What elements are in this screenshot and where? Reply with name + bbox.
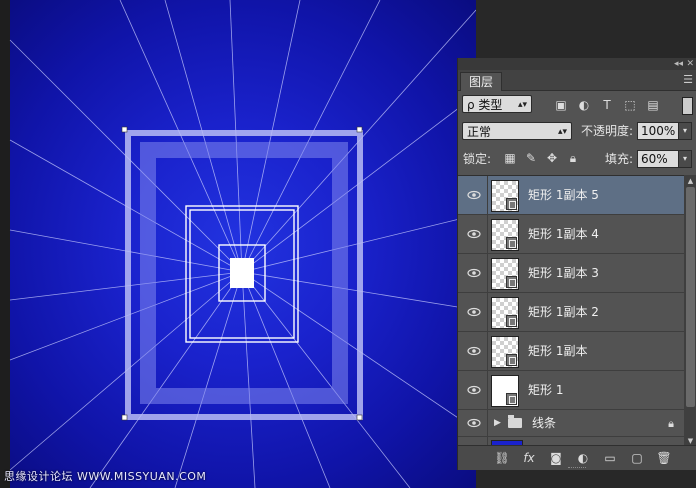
trash-icon[interactable]: 🗑︎ bbox=[656, 450, 672, 466]
pixel-filter-icon[interactable]: ▣ bbox=[553, 97, 569, 113]
eye-icon bbox=[467, 346, 481, 356]
filter-row: ρ 类型 ▴▾ ▣ ◐ T ⬚ ▤ bbox=[458, 91, 696, 119]
layer-thumbnail bbox=[491, 336, 519, 368]
blend-mode-value: 正常 bbox=[467, 125, 492, 139]
canvas-area[interactable]: 思缘设计论坛 WWW.MISSYUAN.COM bbox=[0, 0, 476, 488]
smart-object-filter-icon[interactable]: ▤ bbox=[645, 97, 661, 113]
layer-thumbnail bbox=[491, 375, 519, 407]
fill-dropdown[interactable]: ▾ bbox=[678, 150, 692, 168]
layer-thumbnail bbox=[491, 297, 519, 329]
filter-toggle[interactable] bbox=[682, 97, 693, 115]
lock-all-icon[interactable]: 🔒︎ bbox=[565, 150, 581, 166]
vector-mask-icon bbox=[506, 315, 517, 327]
blend-row: 正常 ▴▾ 不透明度: 100% ▾ bbox=[458, 119, 696, 147]
adjustment-icon[interactable]: ◐ bbox=[575, 450, 591, 466]
lock-position-icon[interactable]: ✥ bbox=[544, 150, 560, 166]
vector-mask-icon bbox=[506, 393, 517, 405]
layer-row[interactable]: 矩形 1 bbox=[458, 371, 684, 410]
close-icon[interactable]: ✕ bbox=[686, 58, 694, 70]
eye-icon bbox=[467, 190, 481, 200]
visibility-toggle[interactable] bbox=[458, 215, 488, 253]
layer-name[interactable]: 矩形 1副本 2 bbox=[528, 293, 599, 332]
fill-label: 填充: bbox=[605, 152, 634, 166]
layer-group-row[interactable]: ▶ 线条 🔒︎ bbox=[458, 410, 684, 437]
chevron-updown-icon: ▴▾ bbox=[517, 100, 527, 110]
chevron-updown-icon: ▴▾ bbox=[557, 127, 567, 137]
layers-list: 矩形 1副本 5 矩形 1副本 4 矩形 1副本 3 矩形 1副本 2 矩形 1… bbox=[458, 175, 684, 448]
visibility-toggle[interactable] bbox=[458, 371, 488, 409]
resize-grip[interactable] bbox=[568, 467, 586, 472]
layers-scrollbar[interactable]: ▲ ▼ bbox=[684, 175, 696, 447]
vector-mask-icon bbox=[506, 198, 517, 210]
visibility-toggle[interactable] bbox=[458, 176, 488, 214]
filter-kind-select[interactable]: ρ 类型 ▴▾ bbox=[462, 95, 532, 113]
layer-thumbnail bbox=[491, 180, 519, 212]
opacity-dropdown[interactable]: ▾ bbox=[678, 122, 692, 140]
scroll-thumb[interactable] bbox=[686, 187, 695, 407]
mask-icon[interactable]: ◙ bbox=[548, 450, 564, 466]
layer-name[interactable]: 线条 bbox=[532, 410, 556, 437]
scroll-up-icon[interactable]: ▲ bbox=[684, 175, 696, 187]
panel-menu-icon[interactable]: ☰ bbox=[683, 73, 693, 86]
eye-icon bbox=[467, 307, 481, 317]
blend-mode-select[interactable]: 正常 ▴▾ bbox=[462, 122, 572, 140]
eye-icon bbox=[467, 268, 481, 278]
lock-label: 锁定: bbox=[463, 152, 492, 166]
layer-name[interactable]: 矩形 1副本 3 bbox=[528, 254, 599, 293]
layer-name[interactable]: 矩形 1副本 4 bbox=[528, 215, 599, 254]
new-layer-icon[interactable]: ▢ bbox=[629, 450, 645, 466]
visibility-toggle[interactable] bbox=[458, 410, 488, 436]
layer-name[interactable]: 矩形 1 bbox=[528, 371, 563, 410]
shape-filter-icon[interactable]: ⬚ bbox=[622, 97, 638, 113]
lock-row: 锁定: ▦ ✎ ✥ 🔒︎ 填充: 60% ▾ bbox=[458, 147, 696, 175]
layer-name[interactable]: 矩形 1副本 bbox=[528, 332, 587, 371]
folder-icon bbox=[508, 415, 522, 428]
eye-icon bbox=[467, 229, 481, 239]
expand-arrow-icon[interactable]: ▶ bbox=[494, 410, 501, 437]
visibility-toggle[interactable] bbox=[458, 254, 488, 292]
lock-transparent-icon[interactable]: ▦ bbox=[502, 150, 518, 166]
filter-kind-value: ρ 类型 bbox=[467, 98, 503, 112]
eye-icon bbox=[467, 418, 481, 428]
canvas-artwork bbox=[9, 0, 476, 488]
vector-mask-icon bbox=[506, 237, 517, 249]
layer-row[interactable]: 矩形 1副本 bbox=[458, 332, 684, 371]
layers-bottom-toolbar: ⛓ fx ◙ ◐ ▭ ▢ 🗑︎ bbox=[458, 445, 696, 470]
collapse-icon[interactable]: ◂◂ bbox=[674, 58, 683, 70]
lock-icon: 🔒︎ bbox=[668, 417, 674, 430]
fx-icon[interactable]: fx bbox=[521, 450, 537, 466]
layer-thumbnail bbox=[491, 258, 519, 290]
tab-bar: 图层 ☰ bbox=[458, 70, 696, 91]
panel-title-bar[interactable]: ◂◂ ✕ bbox=[458, 58, 696, 70]
tab-layers[interactable]: 图层 bbox=[460, 72, 503, 91]
layer-thumbnail bbox=[491, 219, 519, 251]
layers-panel: ◂◂ ✕ 图层 ☰ ρ 类型 ▴▾ ▣ ◐ T ⬚ ▤ 正常 ▴▾ 不透明度: … bbox=[457, 58, 696, 470]
eye-icon bbox=[467, 385, 481, 395]
adjustment-filter-icon[interactable]: ◐ bbox=[576, 97, 592, 113]
visibility-toggle[interactable] bbox=[458, 293, 488, 331]
layer-row[interactable]: 矩形 1副本 5 bbox=[458, 176, 684, 215]
new-group-icon[interactable]: ▭ bbox=[602, 450, 618, 466]
layer-row[interactable]: 矩形 1副本 3 bbox=[458, 254, 684, 293]
layer-row[interactable]: 矩形 1副本 2 bbox=[458, 293, 684, 332]
watermark-text: 思缘设计论坛 WWW.MISSYUAN.COM bbox=[4, 470, 207, 483]
lock-paint-icon[interactable]: ✎ bbox=[523, 150, 539, 166]
vector-mask-icon bbox=[506, 354, 517, 366]
vector-mask-icon bbox=[506, 276, 517, 288]
opacity-label: 不透明度: bbox=[581, 124, 634, 138]
type-filter-icon[interactable]: T bbox=[599, 97, 615, 113]
layer-name[interactable]: 矩形 1副本 5 bbox=[528, 176, 599, 215]
layer-row[interactable]: 矩形 1副本 4 bbox=[458, 215, 684, 254]
link-icon[interactable]: ⛓ bbox=[494, 450, 510, 466]
visibility-toggle[interactable] bbox=[458, 332, 488, 370]
